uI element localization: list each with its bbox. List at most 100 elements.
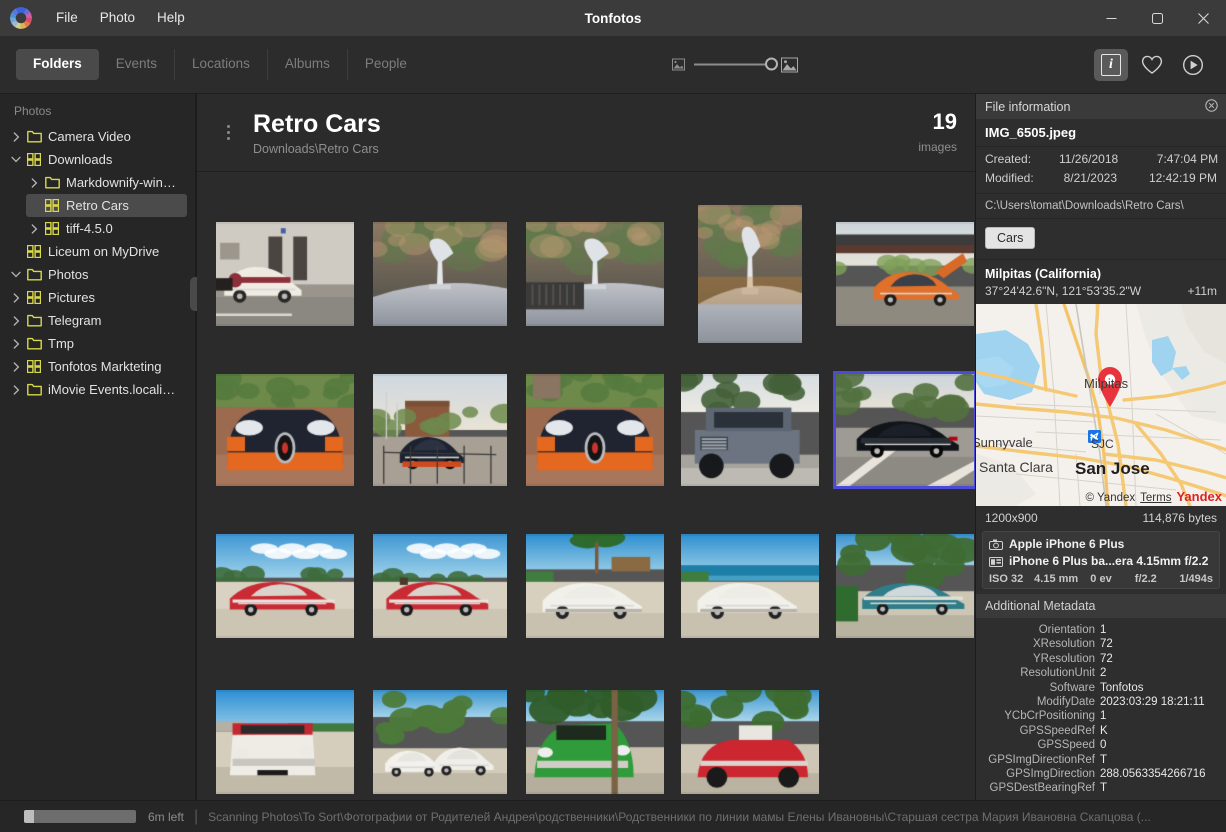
file-path: C:\Users\tomat\Downloads\Retro Cars\	[976, 194, 1226, 219]
metadata-value: 1	[1100, 623, 1218, 637]
sidebar-item-camera-video[interactable]: Camera Video	[8, 125, 187, 148]
panel-close-button[interactable]	[1205, 99, 1218, 114]
title-bar: File Photo Help Tonfotos	[0, 0, 1226, 36]
thumbnail-hood-ornament-1[interactable]	[373, 222, 507, 326]
sidebar-item-telegram[interactable]: Telegram	[8, 309, 187, 332]
thumbnail-image	[216, 690, 354, 794]
tab-folders[interactable]: Folders	[16, 49, 99, 80]
sidebar-item-retro-cars[interactable]: Retro Cars	[26, 194, 187, 217]
camera-exif-card: Apple iPhone 6 Plus iPhone 6 Plus ba...e…	[982, 531, 1220, 589]
thumbnail-vintage-white-car-street[interactable]	[216, 222, 354, 326]
thumbnail-red-convertible[interactable]	[681, 690, 819, 794]
tab-events[interactable]: Events	[99, 49, 174, 80]
thumbnail-bugatti-side-display[interactable]	[373, 374, 507, 486]
file-information-panel: File information IMG_6505.jpeg Created: …	[975, 94, 1226, 800]
info-panel-button[interactable]: i	[1094, 49, 1128, 81]
menu-bar: File Photo Help	[46, 7, 195, 29]
exif-value: 4.15 mm	[1034, 573, 1079, 585]
tag-cars[interactable]: Cars	[985, 227, 1035, 249]
location-map[interactable]: Milpitas Sunnyvale Santa Clara SJC San Jose …	[976, 304, 1226, 506]
folder-icon	[24, 314, 44, 327]
tab-albums[interactable]: Albums	[267, 49, 347, 80]
sidebar-item-tmp[interactable]: Tmp	[8, 332, 187, 355]
thumbnail-red-white-classic-front[interactable]	[216, 690, 354, 794]
menu-file[interactable]: File	[46, 7, 88, 29]
slider-handle[interactable]	[765, 58, 778, 71]
thumbnail-bugatti-front-wide[interactable]	[526, 374, 664, 486]
thumbnail-white-classic-palm[interactable]	[526, 534, 664, 638]
folder-grid-icon	[27, 153, 41, 166]
thumbnail-grid-scroll[interactable]	[197, 172, 975, 800]
thumbnail-row	[197, 664, 975, 800]
metadata-key: GPSImgDirectionRef	[976, 753, 1100, 767]
attribution-terms-link[interactable]: Terms	[1140, 492, 1171, 504]
thumbnail-two-white-ladas[interactable]	[373, 690, 507, 794]
tab-people[interactable]: People	[347, 49, 424, 80]
menu-photo[interactable]: Photo	[90, 7, 145, 29]
thumbnail-dodge-challenger-black[interactable]	[836, 374, 974, 486]
thumbnail-teal-classic-car[interactable]	[836, 534, 974, 638]
menu-help[interactable]: Help	[147, 7, 195, 29]
close-button[interactable]	[1180, 0, 1226, 36]
thumbnail-size-slider[interactable]	[694, 64, 772, 66]
thumbnail-white-classic-sea[interactable]	[681, 534, 819, 638]
thumbnail-range-rover-grey[interactable]	[681, 374, 819, 486]
sidebar-item-tonfotos-markteting[interactable]: Tonfotos Markteting	[8, 355, 187, 378]
thumbnail-image	[526, 534, 664, 638]
time-remaining: 6m left	[148, 810, 184, 824]
thumbnail-red-classic-car-2[interactable]	[373, 534, 507, 638]
created-date: 11/26/2018	[1059, 150, 1128, 169]
sidebar-item-imovie-events-localized[interactable]: iMovie Events.localized	[8, 378, 187, 401]
chevron-right-icon[interactable]	[8, 339, 24, 349]
sidebar-item-liceum-on-mydrive[interactable]: Liceum on MyDrive	[8, 240, 187, 263]
chevron-right-icon[interactable]	[8, 293, 24, 303]
sidebar-item-tiff-4-5-0[interactable]: tiff-4.5.0	[26, 217, 187, 240]
sidebar-item-label: Liceum on MyDrive	[48, 244, 159, 259]
metadata-key: Orientation	[976, 623, 1100, 637]
image-filesize: 114,876 bytes	[1142, 511, 1217, 525]
chevron-right-icon[interactable]	[26, 224, 42, 234]
thumbnail-green-classic-car[interactable]	[526, 690, 664, 794]
chevron-right-icon[interactable]	[8, 362, 24, 372]
geo-altitude: +11m	[1188, 284, 1217, 298]
chevron-down-icon[interactable]	[8, 271, 24, 278]
tab-locations[interactable]: Locations	[174, 49, 267, 80]
status-divider: |	[194, 808, 198, 826]
header-texts: Retro Cars Downloads\Retro Cars	[253, 110, 381, 156]
sidebar-item-label: Pictures	[48, 290, 95, 305]
sidebar-item-label: iMovie Events.localized	[48, 382, 181, 397]
thumbnail-image	[373, 222, 507, 326]
slideshow-button[interactable]	[1176, 49, 1210, 81]
sidebar-item-pictures[interactable]: Pictures	[8, 286, 187, 309]
metadata-value: 72	[1100, 652, 1218, 666]
file-name: IMG_6505.jpeg	[976, 119, 1226, 147]
sidebar-item-markdownify-win32[interactable]: Markdownify-win32-...	[26, 171, 187, 194]
thumbnail-hood-ornament-3-vertical[interactable]	[698, 205, 802, 343]
thumbnail-orange-bmw-i8[interactable]	[836, 222, 974, 326]
thumbnail-cell	[517, 664, 672, 800]
chevron-right-icon[interactable]	[8, 316, 24, 326]
thumbnail-cell	[362, 196, 517, 352]
image-dimensions: 1200x900	[985, 511, 1038, 525]
chevron-right-icon[interactable]	[8, 385, 24, 395]
modified-row: Modified: 8/21/2023 12:42:19 PM	[985, 169, 1217, 188]
chevron-right-icon[interactable]	[8, 132, 24, 142]
favorite-button[interactable]	[1135, 49, 1169, 81]
modified-label: Modified:	[985, 169, 1059, 188]
minimize-button[interactable]	[1088, 0, 1134, 36]
geo-info: Milpitas (California) 37°24'42.6"N, 121°…	[976, 260, 1226, 304]
folder-tree: Camera Video Downloads Markdownify-win32-.…	[0, 125, 195, 401]
sidebar-item-downloads[interactable]: Downloads	[8, 148, 187, 171]
thumbnail-bugatti-front-orange[interactable]	[216, 374, 354, 486]
thumbnail-red-classic-car-beach[interactable]	[216, 534, 354, 638]
more-options-icon[interactable]	[217, 125, 239, 140]
metadata-row: ResolutionUnit 2	[976, 666, 1218, 680]
sidebar-item-photos[interactable]: Photos	[8, 263, 187, 286]
map-pin-icon	[1095, 366, 1125, 408]
chevron-down-icon[interactable]	[8, 156, 24, 163]
thumbnail-cell	[672, 196, 827, 352]
thumbnail-hood-ornament-2[interactable]	[526, 222, 664, 326]
maximize-button[interactable]	[1134, 0, 1180, 36]
thumbnail-image	[526, 222, 664, 326]
chevron-right-icon[interactable]	[26, 178, 42, 188]
